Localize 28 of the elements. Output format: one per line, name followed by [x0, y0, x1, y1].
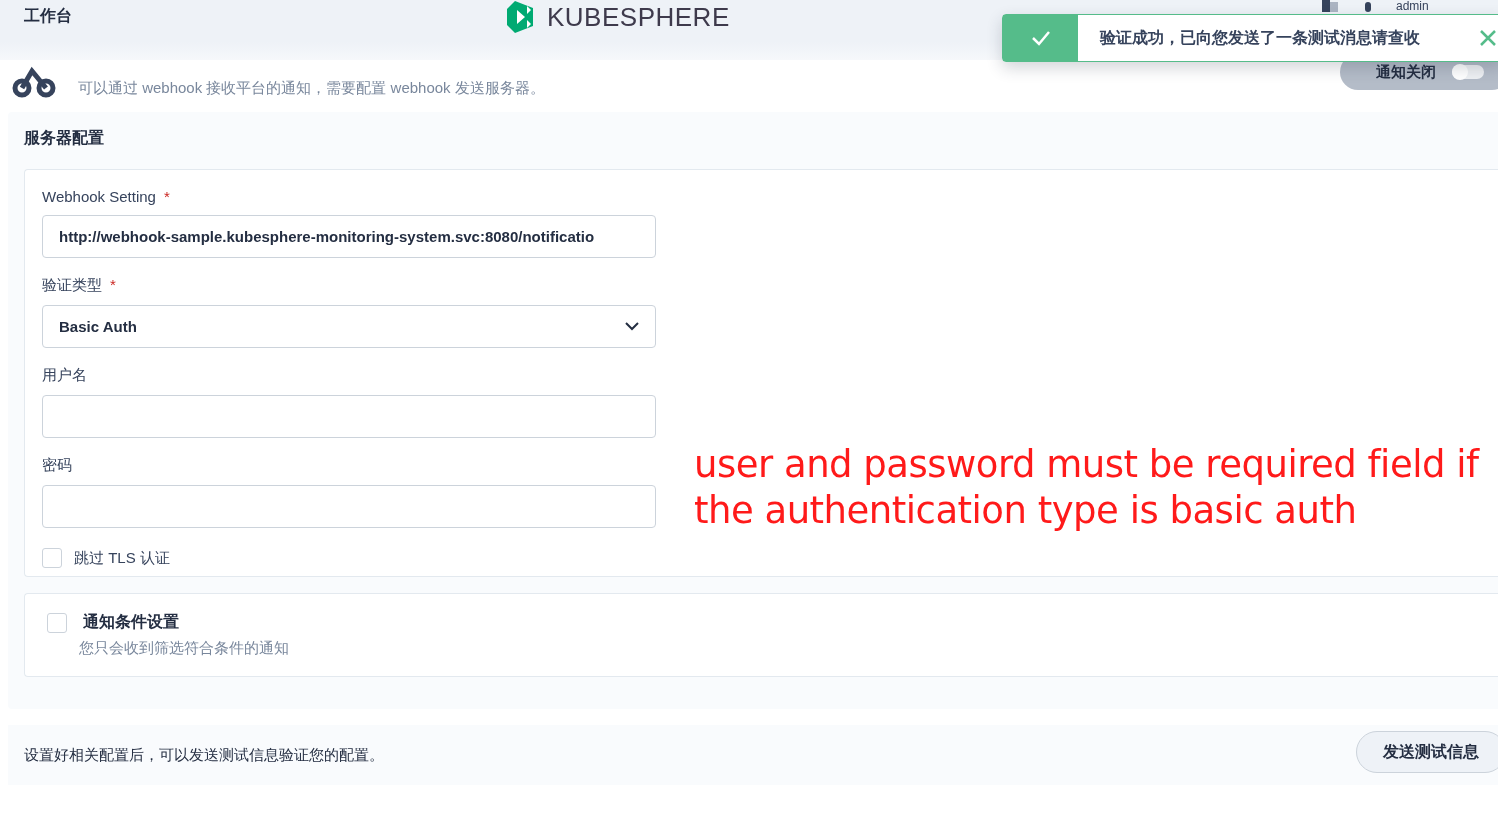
logo-text: KUBESPHERE [547, 1, 730, 33]
required-mark: * [110, 276, 116, 295]
close-icon[interactable] [1479, 29, 1497, 47]
conditions-description: 您只会收到筛选符合条件的通知 [79, 639, 290, 658]
field-label: 验证类型 [42, 276, 102, 295]
webhook-icon [12, 65, 56, 99]
toast-message: 验证成功，已向您发送了一条测试消息请查收 [1100, 27, 1420, 48]
password-field[interactable] [42, 485, 656, 528]
section-title: 服务器配置 [24, 128, 105, 148]
send-test-button[interactable]: 发送测试信息 [1356, 731, 1498, 773]
required-mark: * [163, 188, 170, 205]
checkbox[interactable] [42, 548, 62, 568]
checkbox[interactable] [47, 612, 67, 633]
conditions-title: 通知条件设置 [83, 612, 179, 632]
chevron-down-icon [625, 322, 639, 331]
field-label: 密码 [42, 456, 72, 475]
checkbox-label[interactable]: 跳过 TLS 认证 [74, 548, 170, 568]
input-field[interactable]: http://webhook-sample.kubesphere-monitoring-system.svc:8080/notificatio [42, 215, 656, 258]
channel-description: 可以通过 webhook 接收平台的通知，需要配置 webhook 发送服务器。 [78, 78, 545, 98]
field-label: 用户名 [42, 366, 87, 385]
field-label: Webhook Setting [42, 188, 156, 205]
username[interactable]: admin [1396, 0, 1429, 13]
footer-hint: 设置好相关配置后，可以发送测试信息验证您的配置。 [24, 745, 384, 765]
auth-type-select[interactable]: Basic Auth [42, 305, 656, 348]
input-field[interactable] [42, 395, 656, 438]
check-icon [1030, 30, 1051, 46]
workbench-link[interactable]: 工作台 [24, 6, 72, 27]
annotation-text: user and password must be required field if the authentication type is basic auth [694, 442, 1481, 534]
